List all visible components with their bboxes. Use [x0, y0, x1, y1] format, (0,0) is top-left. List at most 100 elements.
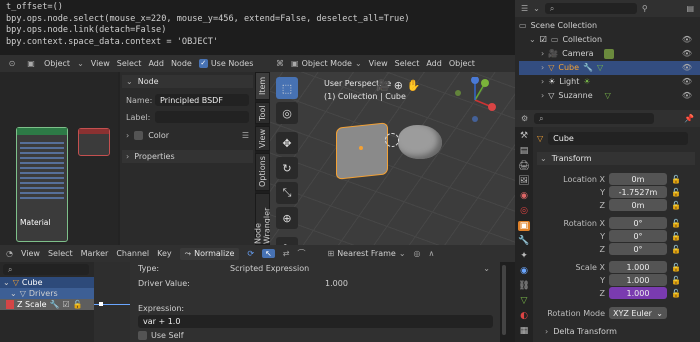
tool-tab-icon[interactable]: ⚒	[520, 131, 528, 141]
physics-tab-icon[interactable]: ◉	[520, 266, 528, 276]
menu-select[interactable]: Select	[395, 59, 420, 68]
properties-search-input[interactable]: ⌕	[534, 113, 655, 124]
lock-icon[interactable]: 🔓	[73, 300, 83, 309]
object-tab-icon[interactable]: ▣	[517, 221, 531, 231]
object-name-field[interactable]: Cube	[548, 132, 689, 145]
chevron-right-icon[interactable]: ›	[126, 131, 129, 140]
python-console[interactable]: t_offset=() bpy.ops.node.select(mouse_x=…	[0, 0, 515, 55]
filter-icon[interactable]: ⚲	[642, 4, 648, 13]
location-x-field[interactable]: 0m	[609, 173, 667, 185]
rotation-x-field[interactable]: 0°	[609, 217, 667, 229]
outliner[interactable]: ☰ ⌄ ⌕ ⚲ ▤ ▭ Scene Collection ⌄ ☑ ▭ Colle…	[515, 0, 700, 110]
zoom-icon[interactable]: ⊕	[394, 79, 403, 92]
menu-view[interactable]: View	[369, 59, 388, 68]
editor-type-icon[interactable]: ◔	[6, 249, 13, 258]
rotate-icon[interactable]: ↻	[276, 157, 298, 179]
outliner-item-cube[interactable]: › ▽ Cube 🔧 ▽ 👁	[519, 61, 700, 75]
select-box-icon[interactable]: ⬚	[276, 77, 298, 99]
scale-icon[interactable]: ⤡	[276, 182, 298, 204]
rotation-mode-dropdown[interactable]: XYZ Euler ⌄	[609, 307, 667, 319]
eye-icon[interactable]: 👁	[682, 61, 692, 75]
principled-bsdf-node[interactable]: Material	[16, 127, 68, 242]
location-y-field[interactable]: -1.7527m	[609, 186, 667, 198]
proportional-icon[interactable]: ◎	[414, 249, 421, 258]
3d-viewport[interactable]: ⌘ ▣ Object Mode ⌄ View Select Add Object…	[270, 55, 515, 245]
menu-view[interactable]: View	[91, 59, 110, 68]
lock-icon[interactable]: 🔓	[671, 201, 681, 210]
chevron-down-icon[interactable]: ⌄	[77, 59, 84, 68]
panel-scrollbar[interactable]	[502, 265, 506, 335]
lock-icon[interactable]: 🔓	[671, 219, 681, 228]
tab-node-wrangler[interactable]: Node Wrangler	[254, 193, 272, 245]
view-layer-tab-icon[interactable]: 🖼	[518, 176, 529, 186]
pivot-icon[interactable]: ⇄	[283, 249, 290, 258]
texture-tab-icon[interactable]: ▦	[520, 326, 529, 336]
object-type-icon[interactable]: ▣	[25, 58, 37, 70]
pin-icon[interactable]: 📌	[684, 114, 694, 123]
refresh-icon[interactable]: ⟳	[247, 249, 254, 258]
menu-key[interactable]: Key	[157, 249, 172, 258]
driver-graph[interactable]	[94, 262, 130, 342]
new-collection-icon[interactable]: ▤	[686, 4, 694, 13]
name-field[interactable]: Principled BSDF	[155, 94, 249, 106]
lock-icon[interactable]: 🔓	[671, 276, 681, 285]
suzanne-object[interactable]	[398, 125, 442, 159]
checkbox-checked-icon[interactable]: ☑	[63, 300, 70, 309]
checkbox-checked-icon[interactable]: ☑	[540, 33, 547, 47]
node-panel-header[interactable]: ⌄ Node	[122, 75, 253, 88]
expression-input[interactable]: var + 1.0	[138, 315, 493, 328]
material-output-node[interactable]	[78, 128, 110, 156]
menu-marker[interactable]: Marker	[81, 249, 109, 258]
eye-icon[interactable]: 👁	[682, 75, 692, 89]
data-tab-icon[interactable]: ▽	[521, 296, 528, 306]
cursor-icon[interactable]: ◎	[276, 102, 298, 124]
menu-select[interactable]: Select	[117, 59, 142, 68]
menu-add[interactable]: Add	[148, 59, 164, 68]
use-nodes-toggle[interactable]: ✓ Use Nodes	[198, 59, 253, 68]
render-tab-icon[interactable]: ▤	[520, 146, 529, 156]
editor-type-icon[interactable]: ☰	[521, 4, 528, 13]
menu-object[interactable]: Object	[449, 59, 475, 68]
editor-type-icon[interactable]: ⚙	[521, 114, 528, 123]
display-mode-icon[interactable]: ⌄	[533, 4, 540, 13]
node-canvas[interactable]: Material	[0, 72, 118, 245]
cube-object[interactable]	[336, 122, 388, 180]
channel-drivers[interactable]: ⌄ ▽ Drivers	[0, 288, 94, 299]
lock-icon[interactable]: 🔓	[671, 245, 681, 254]
scale-z-field-driven[interactable]: 1.000	[609, 287, 667, 299]
falloff-icon[interactable]: ∧	[429, 249, 435, 258]
wrench-icon[interactable]: 🔧	[50, 300, 60, 309]
3d-cursor-icon[interactable]	[385, 133, 399, 147]
scale-y-field[interactable]: 1.000	[609, 274, 667, 286]
transform-icon[interactable]: ⊕	[276, 207, 298, 229]
constraints-tab-icon[interactable]: ⛓	[518, 281, 529, 291]
object-dropdown[interactable]: Object	[44, 59, 70, 68]
location-z-field[interactable]: 0m	[609, 199, 667, 211]
properties-editor[interactable]: ⚙ ⌕ 📌 ⚒ ▤ 🖨 🖼 ◉ ◎ ▣ 🔧 ✦ ◉ ⛓ ▽ ◐ ▦ ▽ Cube…	[515, 110, 700, 342]
eye-icon[interactable]: 👁	[682, 47, 692, 61]
node-editor[interactable]: ⊙ ▣ Object ⌄ View Select Add Node ✓ Use …	[0, 55, 272, 245]
delta-transform-header[interactable]: › Delta Transform	[537, 327, 695, 336]
rotation-y-field[interactable]: 0°	[609, 230, 667, 242]
eye-icon[interactable]: 👁	[682, 89, 692, 103]
channel-cube[interactable]: ⌄ ▽ Cube	[0, 277, 94, 288]
move-icon[interactable]: ✥	[276, 132, 298, 154]
channel-z-scale[interactable]: Z Scale 🔧 ☑ 🔓	[0, 299, 94, 310]
menu-channel[interactable]: Channel	[116, 249, 149, 258]
rotation-z-field[interactable]: 0°	[609, 243, 667, 255]
interpolation-dropdown[interactable]: ⊞ Nearest Frame ⌄	[327, 249, 405, 258]
lock-icon[interactable]: 🔓	[671, 263, 681, 272]
use-self-checkbox[interactable]	[138, 331, 147, 340]
navigation-gizmo[interactable]	[452, 76, 498, 123]
world-tab-icon[interactable]: ◎	[520, 206, 528, 216]
properties-panel-header[interactable]: › Properties	[122, 150, 253, 163]
annotate-icon[interactable]: ✎	[276, 237, 298, 245]
editor-type-icon[interactable]: ⊙	[6, 58, 18, 70]
lock-icon[interactable]: 🔓	[671, 289, 681, 298]
lock-icon[interactable]: 🔓	[671, 188, 681, 197]
menu-view[interactable]: View	[21, 249, 40, 258]
outliner-item-scene-collection[interactable]: ▭ Scene Collection	[519, 19, 700, 33]
label-field[interactable]	[155, 111, 249, 123]
modifier-tab-icon[interactable]: 🔧	[518, 236, 529, 246]
scene-tab-icon[interactable]: ◉	[520, 191, 528, 201]
